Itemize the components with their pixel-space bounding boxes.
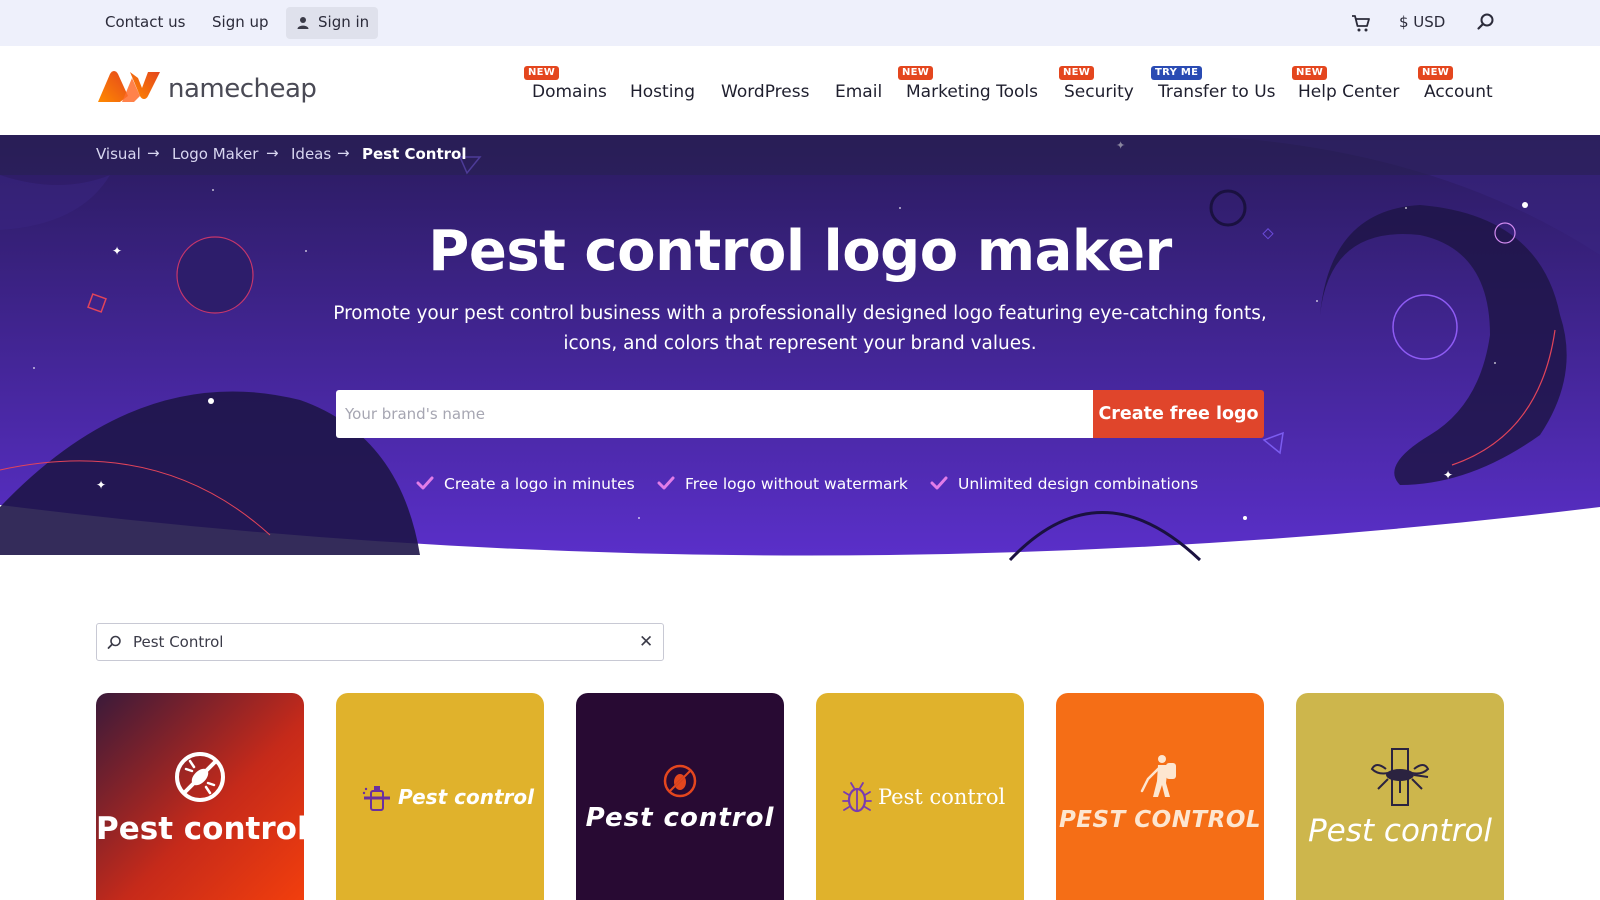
breadcrumb-logo-maker[interactable]: Logo Maker — [172, 145, 258, 163]
create-logo-button[interactable]: Create free logo — [1093, 390, 1264, 438]
nav-domains[interactable]: Domains — [532, 82, 607, 102]
nav-transfer[interactable]: Transfer to Us — [1158, 82, 1276, 102]
nav-marketing-tools[interactable]: Marketing Tools — [906, 82, 1038, 102]
logo-card[interactable]: Pest control — [96, 693, 304, 900]
nav-badge-help: NEW — [1292, 66, 1328, 80]
hero-subtitle: Promote your pest control business with … — [333, 303, 1267, 354]
logo-card-text: Pest control — [585, 803, 775, 833]
feature-item: Unlimited design combinations — [930, 475, 1198, 493]
check-icon — [930, 476, 948, 490]
bug-in-circle-icon — [663, 764, 697, 798]
logo-card-text: PEST CONTROL — [1058, 807, 1262, 833]
nav-badge-domains: NEW — [524, 66, 560, 80]
logo-card-text: Pest control — [878, 785, 1006, 809]
logo-card[interactable]: Pest control — [336, 693, 544, 900]
hero-section: ✦ ✦ ✦ ✦ Visual → Logo Maker → Ideas → Pe… — [0, 135, 1600, 575]
nav-badge-security: NEW — [1059, 66, 1095, 80]
signin-label: Sign in — [318, 13, 370, 31]
check-icon — [416, 476, 434, 490]
mosquito-icon — [1370, 748, 1430, 806]
namecheap-logo-icon[interactable] — [96, 68, 162, 106]
brand-wordmark: namecheap — [168, 74, 317, 104]
svg-text:✦: ✦ — [96, 478, 106, 492]
breadcrumb-visual[interactable]: Visual — [96, 145, 141, 163]
feature-item: Create a logo in minutes — [416, 475, 635, 493]
nav-badge-transfer: TRY ME — [1151, 66, 1203, 80]
user-icon — [297, 17, 309, 29]
signin-button[interactable]: Sign in — [286, 7, 378, 39]
feature-label: Create a logo in minutes — [444, 475, 635, 493]
logo-card[interactable]: PEST CONTROL — [1056, 693, 1264, 900]
feature-item: Free logo without watermark — [657, 475, 908, 493]
beetle-icon — [842, 782, 872, 813]
spray-icon — [362, 786, 390, 811]
clear-icon[interactable]: ✕ — [639, 632, 657, 652]
brand-name-input[interactable] — [336, 390, 1093, 438]
nav-email[interactable]: Email — [835, 82, 882, 102]
logo-card-text: Pest control — [96, 811, 304, 847]
nav-security[interactable]: Security — [1064, 82, 1134, 102]
search-icon[interactable] — [1476, 12, 1496, 32]
nav-badge-account: NEW — [1418, 66, 1454, 80]
currency-selector[interactable]: $ USD — [1399, 13, 1445, 31]
utility-bar: Contact us Sign up Sign in $ USD — [0, 0, 1600, 46]
breadcrumb: Visual → Logo Maker → Ideas → Pest Contr… — [0, 135, 1600, 175]
search-input[interactable] — [133, 630, 613, 654]
no-bug-icon — [175, 752, 225, 802]
contact-link[interactable]: Contact us — [105, 13, 185, 31]
feature-label: Free logo without watermark — [685, 475, 908, 493]
logo-card[interactable]: Pest control — [816, 693, 1024, 900]
cart-icon[interactable] — [1350, 12, 1372, 34]
feature-label: Unlimited design combinations — [958, 475, 1199, 493]
logo-card[interactable]: Pest control — [1296, 693, 1504, 900]
breadcrumb-arrow-icon: → — [266, 144, 279, 162]
check-icon — [657, 476, 675, 490]
main-header: namecheap NEW Domains Hosting WordPress … — [0, 46, 1600, 135]
nav-hosting[interactable]: Hosting — [630, 82, 695, 102]
nav-badge-marketing: NEW — [898, 66, 934, 80]
exterminator-icon — [1140, 755, 1176, 797]
breadcrumb-ideas[interactable]: Ideas — [291, 145, 331, 163]
signup-link[interactable]: Sign up — [212, 13, 269, 31]
idea-search: ✕ — [96, 623, 664, 661]
logo-card-text: Pest control — [398, 785, 534, 809]
breadcrumb-current: Pest Control — [362, 145, 467, 163]
logo-card-text: Pest control — [1307, 813, 1493, 849]
nav-help-center[interactable]: Help Center — [1298, 82, 1399, 102]
search-icon — [107, 635, 121, 649]
page-title: Pest control logo maker — [428, 219, 1172, 284]
breadcrumb-arrow-icon: → — [337, 144, 350, 162]
svg-text:✦: ✦ — [1443, 468, 1453, 482]
nav-wordpress[interactable]: WordPress — [721, 82, 809, 102]
nav-account[interactable]: Account — [1424, 82, 1493, 102]
logo-card[interactable]: Pest control — [576, 693, 784, 900]
breadcrumb-arrow-icon: → — [147, 144, 160, 162]
